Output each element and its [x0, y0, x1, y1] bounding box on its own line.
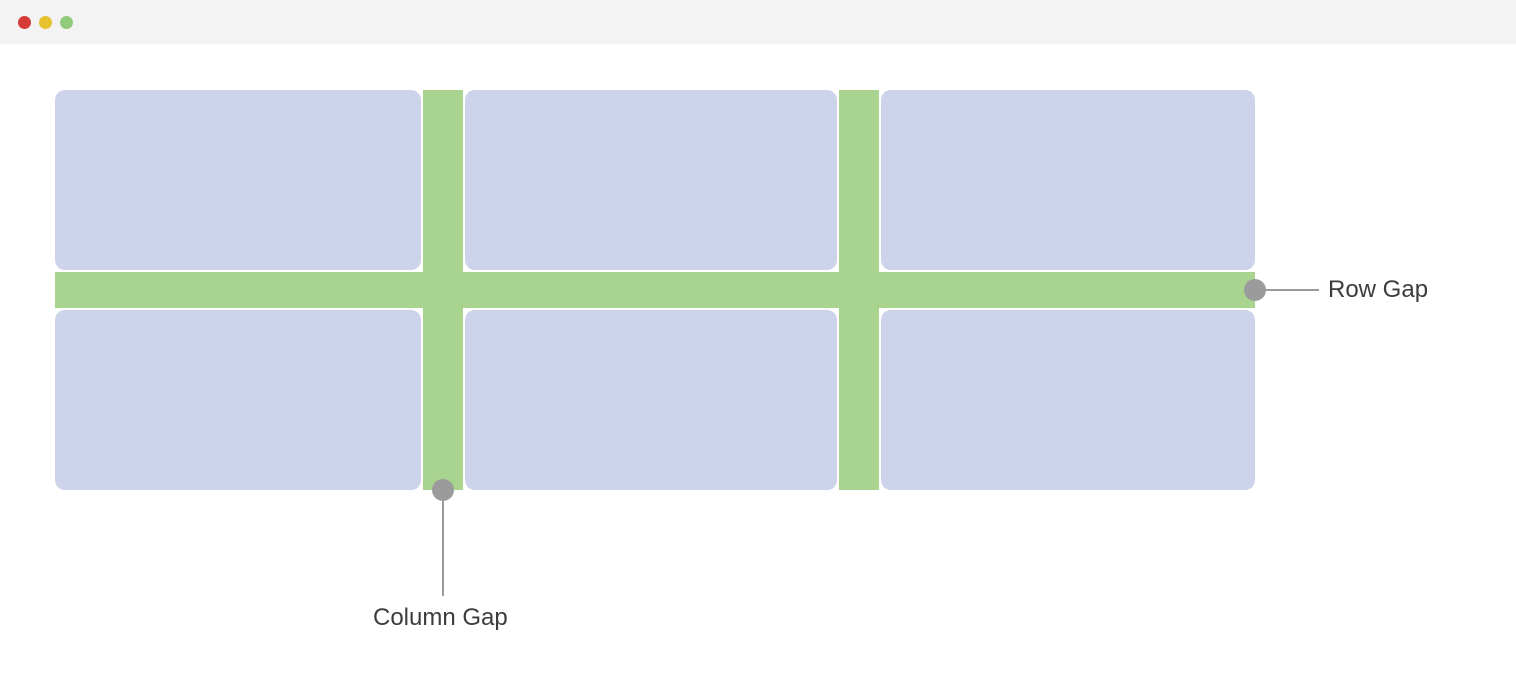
diagram-canvas: Row Gap Column Gap [0, 44, 1516, 686]
grid-cell [465, 310, 837, 490]
row-gap-label: Row Gap [1328, 276, 1428, 304]
grid-cell [55, 310, 421, 490]
row-gap-highlight [55, 272, 1255, 308]
grid-cell [881, 310, 1255, 490]
window-titlebar [0, 0, 1516, 44]
column-gap-highlight [423, 90, 463, 490]
grid-cell [55, 90, 421, 270]
grid-container [55, 90, 1255, 490]
minimize-icon[interactable] [39, 16, 52, 29]
callout-leader [442, 490, 444, 596]
grid-cell [465, 90, 837, 270]
close-icon[interactable] [18, 16, 31, 29]
callout-leader [1255, 289, 1319, 291]
column-gap-highlight [839, 90, 879, 490]
maximize-icon[interactable] [60, 16, 73, 29]
grid-cell [881, 90, 1255, 270]
column-gap-label: Column Gap [373, 604, 508, 632]
